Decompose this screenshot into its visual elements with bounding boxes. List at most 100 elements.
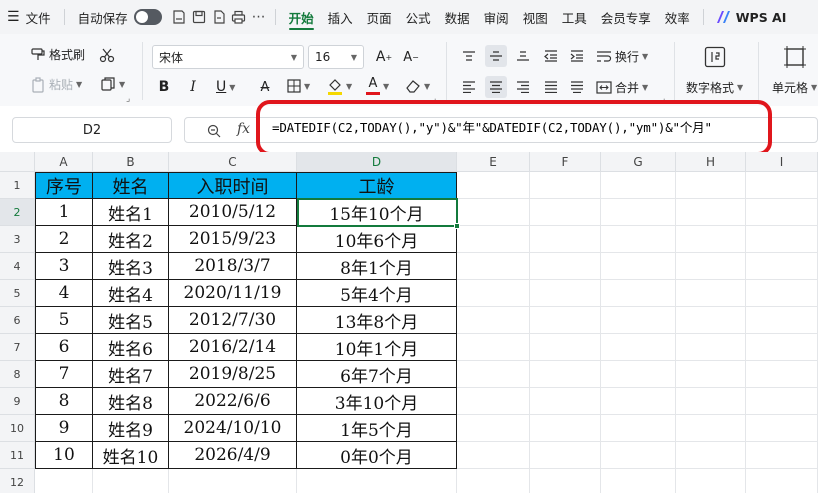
cell-icon[interactable] (784, 46, 806, 68)
increase-font-icon[interactable]: A + (373, 46, 395, 68)
table-header-cell[interactable]: 姓名 (93, 172, 169, 199)
tab-page[interactable]: 页面 (360, 0, 399, 34)
table-cell[interactable]: 姓名1 (93, 199, 169, 226)
row-header-1[interactable]: 1 (0, 172, 35, 199)
table-cell[interactable]: 姓名3 (93, 253, 169, 280)
row-header-4[interactable]: 4 (0, 253, 35, 280)
table-cell[interactable]: 姓名9 (93, 415, 169, 442)
table-cell[interactable]: 10年1个月 (297, 334, 457, 361)
align-middle-icon[interactable] (485, 45, 507, 67)
column-header-f[interactable]: F (530, 152, 601, 172)
table-cell[interactable]: 6 (35, 334, 93, 361)
table-cell[interactable]: 2020/11/19 (169, 280, 297, 307)
table-cell[interactable]: 2026/4/9 (169, 442, 297, 469)
table-cell[interactable]: 2022/6/6 (169, 388, 297, 415)
table-cell[interactable]: 10年6个月 (297, 226, 457, 253)
bold-button[interactable]: B (153, 76, 175, 98)
table-cell[interactable]: 8 (35, 388, 93, 415)
table-header-cell[interactable]: 工龄 (297, 172, 457, 199)
more-icon[interactable]: ⋯ (249, 0, 269, 34)
table-cell[interactable]: 姓名8 (93, 388, 169, 415)
row-header-5[interactable]: 5 (0, 280, 35, 307)
selected-cell-d2[interactable] (297, 198, 458, 227)
font-size-select[interactable]: 16 ▼ (308, 45, 364, 69)
strikethrough-icon[interactable]: A (254, 76, 276, 98)
table-cell[interactable]: 2012/7/30 (169, 307, 297, 334)
copy-button[interactable]: ▼ (100, 76, 125, 92)
tab-member[interactable]: 会员专享 (594, 0, 658, 34)
column-header-c[interactable]: C (169, 152, 297, 172)
table-cell[interactable]: 姓名5 (93, 307, 169, 334)
export-pdf-icon[interactable] (209, 0, 229, 34)
fill-color-button[interactable]: ▼ (327, 78, 352, 95)
table-cell[interactable]: 0年0个月 (297, 442, 457, 469)
distributed-align-icon[interactable] (566, 76, 588, 98)
border-button[interactable]: ▼ (287, 79, 310, 93)
decrease-font-icon[interactable]: A − (400, 46, 422, 68)
table-cell[interactable]: 9 (35, 415, 93, 442)
italic-button[interactable]: I (182, 76, 204, 98)
spreadsheet-grid[interactable]: ABCDEFGHI 1 2 3 4 5 6 7 8 9 10 11 12 序号 姓名 入职时间 工龄 1 姓名1… (0, 152, 818, 493)
row-header-6[interactable]: 6 (0, 307, 35, 334)
table-cell[interactable]: 2 (35, 226, 93, 253)
fx-icon[interactable]: fx (237, 121, 250, 137)
table-cell[interactable]: 姓名10 (93, 442, 169, 469)
column-header-h[interactable]: H (676, 152, 746, 172)
tab-review[interactable]: 审阅 (477, 0, 516, 34)
table-cell[interactable]: 4 (35, 280, 93, 307)
table-cell[interactable]: 姓名6 (93, 334, 169, 361)
table-header-cell[interactable]: 序号 (35, 172, 93, 199)
align-bottom-icon[interactable] (512, 45, 534, 67)
zoom-search-icon[interactable] (207, 124, 221, 138)
table-cell[interactable]: 2018/3/7 (169, 253, 297, 280)
column-header-b[interactable]: B (93, 152, 169, 172)
table-cell[interactable]: 8年1个月 (297, 253, 457, 280)
table-header-cell[interactable]: 入职时间 (169, 172, 297, 199)
align-center-icon[interactable] (485, 76, 507, 98)
column-header-e[interactable]: E (457, 152, 530, 172)
tab-insert[interactable]: 插入 (321, 0, 360, 34)
table-cell[interactable]: 2019/8/25 (169, 361, 297, 388)
tab-home[interactable]: 开始 (282, 0, 321, 34)
row-header-11[interactable]: 11 (0, 442, 35, 469)
table-cell[interactable]: 2015/9/23 (169, 226, 297, 253)
table-cell[interactable]: 1 (35, 199, 93, 226)
name-box[interactable]: D2 (12, 117, 172, 143)
align-top-icon[interactable] (458, 45, 480, 67)
cell-button[interactable]: 单元格 ▼ (772, 79, 817, 96)
tab-efficiency[interactable]: 效率 (658, 0, 697, 34)
table-cell[interactable]: 13年8个月 (297, 307, 457, 334)
row-header-9[interactable]: 9 (0, 388, 35, 415)
tab-formula[interactable]: 公式 (399, 0, 438, 34)
indent-increase-icon[interactable] (566, 45, 588, 67)
column-header-d[interactable]: D (297, 152, 457, 172)
paste-button[interactable]: 粘贴 ▼ (30, 76, 82, 93)
wps-ai-button[interactable]: WPS AI (710, 10, 793, 25)
format-painter-button[interactable]: 格式刷 (30, 46, 85, 63)
tab-view[interactable]: 视图 (516, 0, 555, 34)
column-header-g[interactable]: G (601, 152, 676, 172)
save-icon[interactable] (189, 0, 209, 34)
table-cell[interactable]: 1年5个月 (297, 415, 457, 442)
column-header-i[interactable]: I (746, 152, 818, 172)
column-header-a[interactable]: A (35, 152, 93, 172)
fill-handle-icon[interactable] (454, 223, 460, 229)
wrap-text-button[interactable]: 换行 ▼ (596, 48, 648, 65)
cut-icon[interactable] (96, 44, 118, 66)
table-cell[interactable]: 10 (35, 442, 93, 469)
table-cell[interactable]: 3 (35, 253, 93, 280)
table-cell[interactable]: 3年10个月 (297, 388, 457, 415)
underline-button[interactable]: U ▼ (216, 79, 235, 95)
select-all-corner[interactable] (0, 152, 35, 172)
table-cell[interactable]: 6年7个月 (297, 361, 457, 388)
table-cell[interactable]: 2024/10/10 (169, 415, 297, 442)
table-cell[interactable]: 7 (35, 361, 93, 388)
table-cell[interactable]: 2010/5/12 (169, 199, 297, 226)
table-cell[interactable]: 姓名2 (93, 226, 169, 253)
row-header-10[interactable]: 10 (0, 415, 35, 442)
align-left-icon[interactable] (458, 76, 480, 98)
row-header-3[interactable]: 3 (0, 226, 35, 253)
tab-data[interactable]: 数据 (438, 0, 477, 34)
row-header-2[interactable]: 2 (0, 199, 35, 226)
table-cell[interactable]: 2016/2/14 (169, 334, 297, 361)
